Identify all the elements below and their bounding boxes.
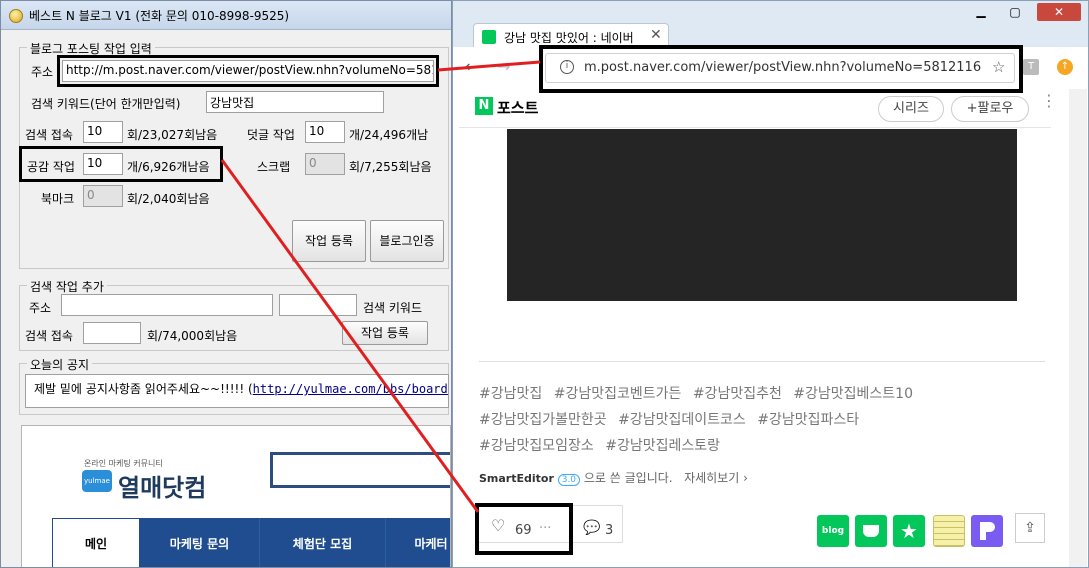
like-link-line xyxy=(220,159,480,513)
annotation-lines xyxy=(220,60,541,513)
url-link-line xyxy=(437,60,541,72)
